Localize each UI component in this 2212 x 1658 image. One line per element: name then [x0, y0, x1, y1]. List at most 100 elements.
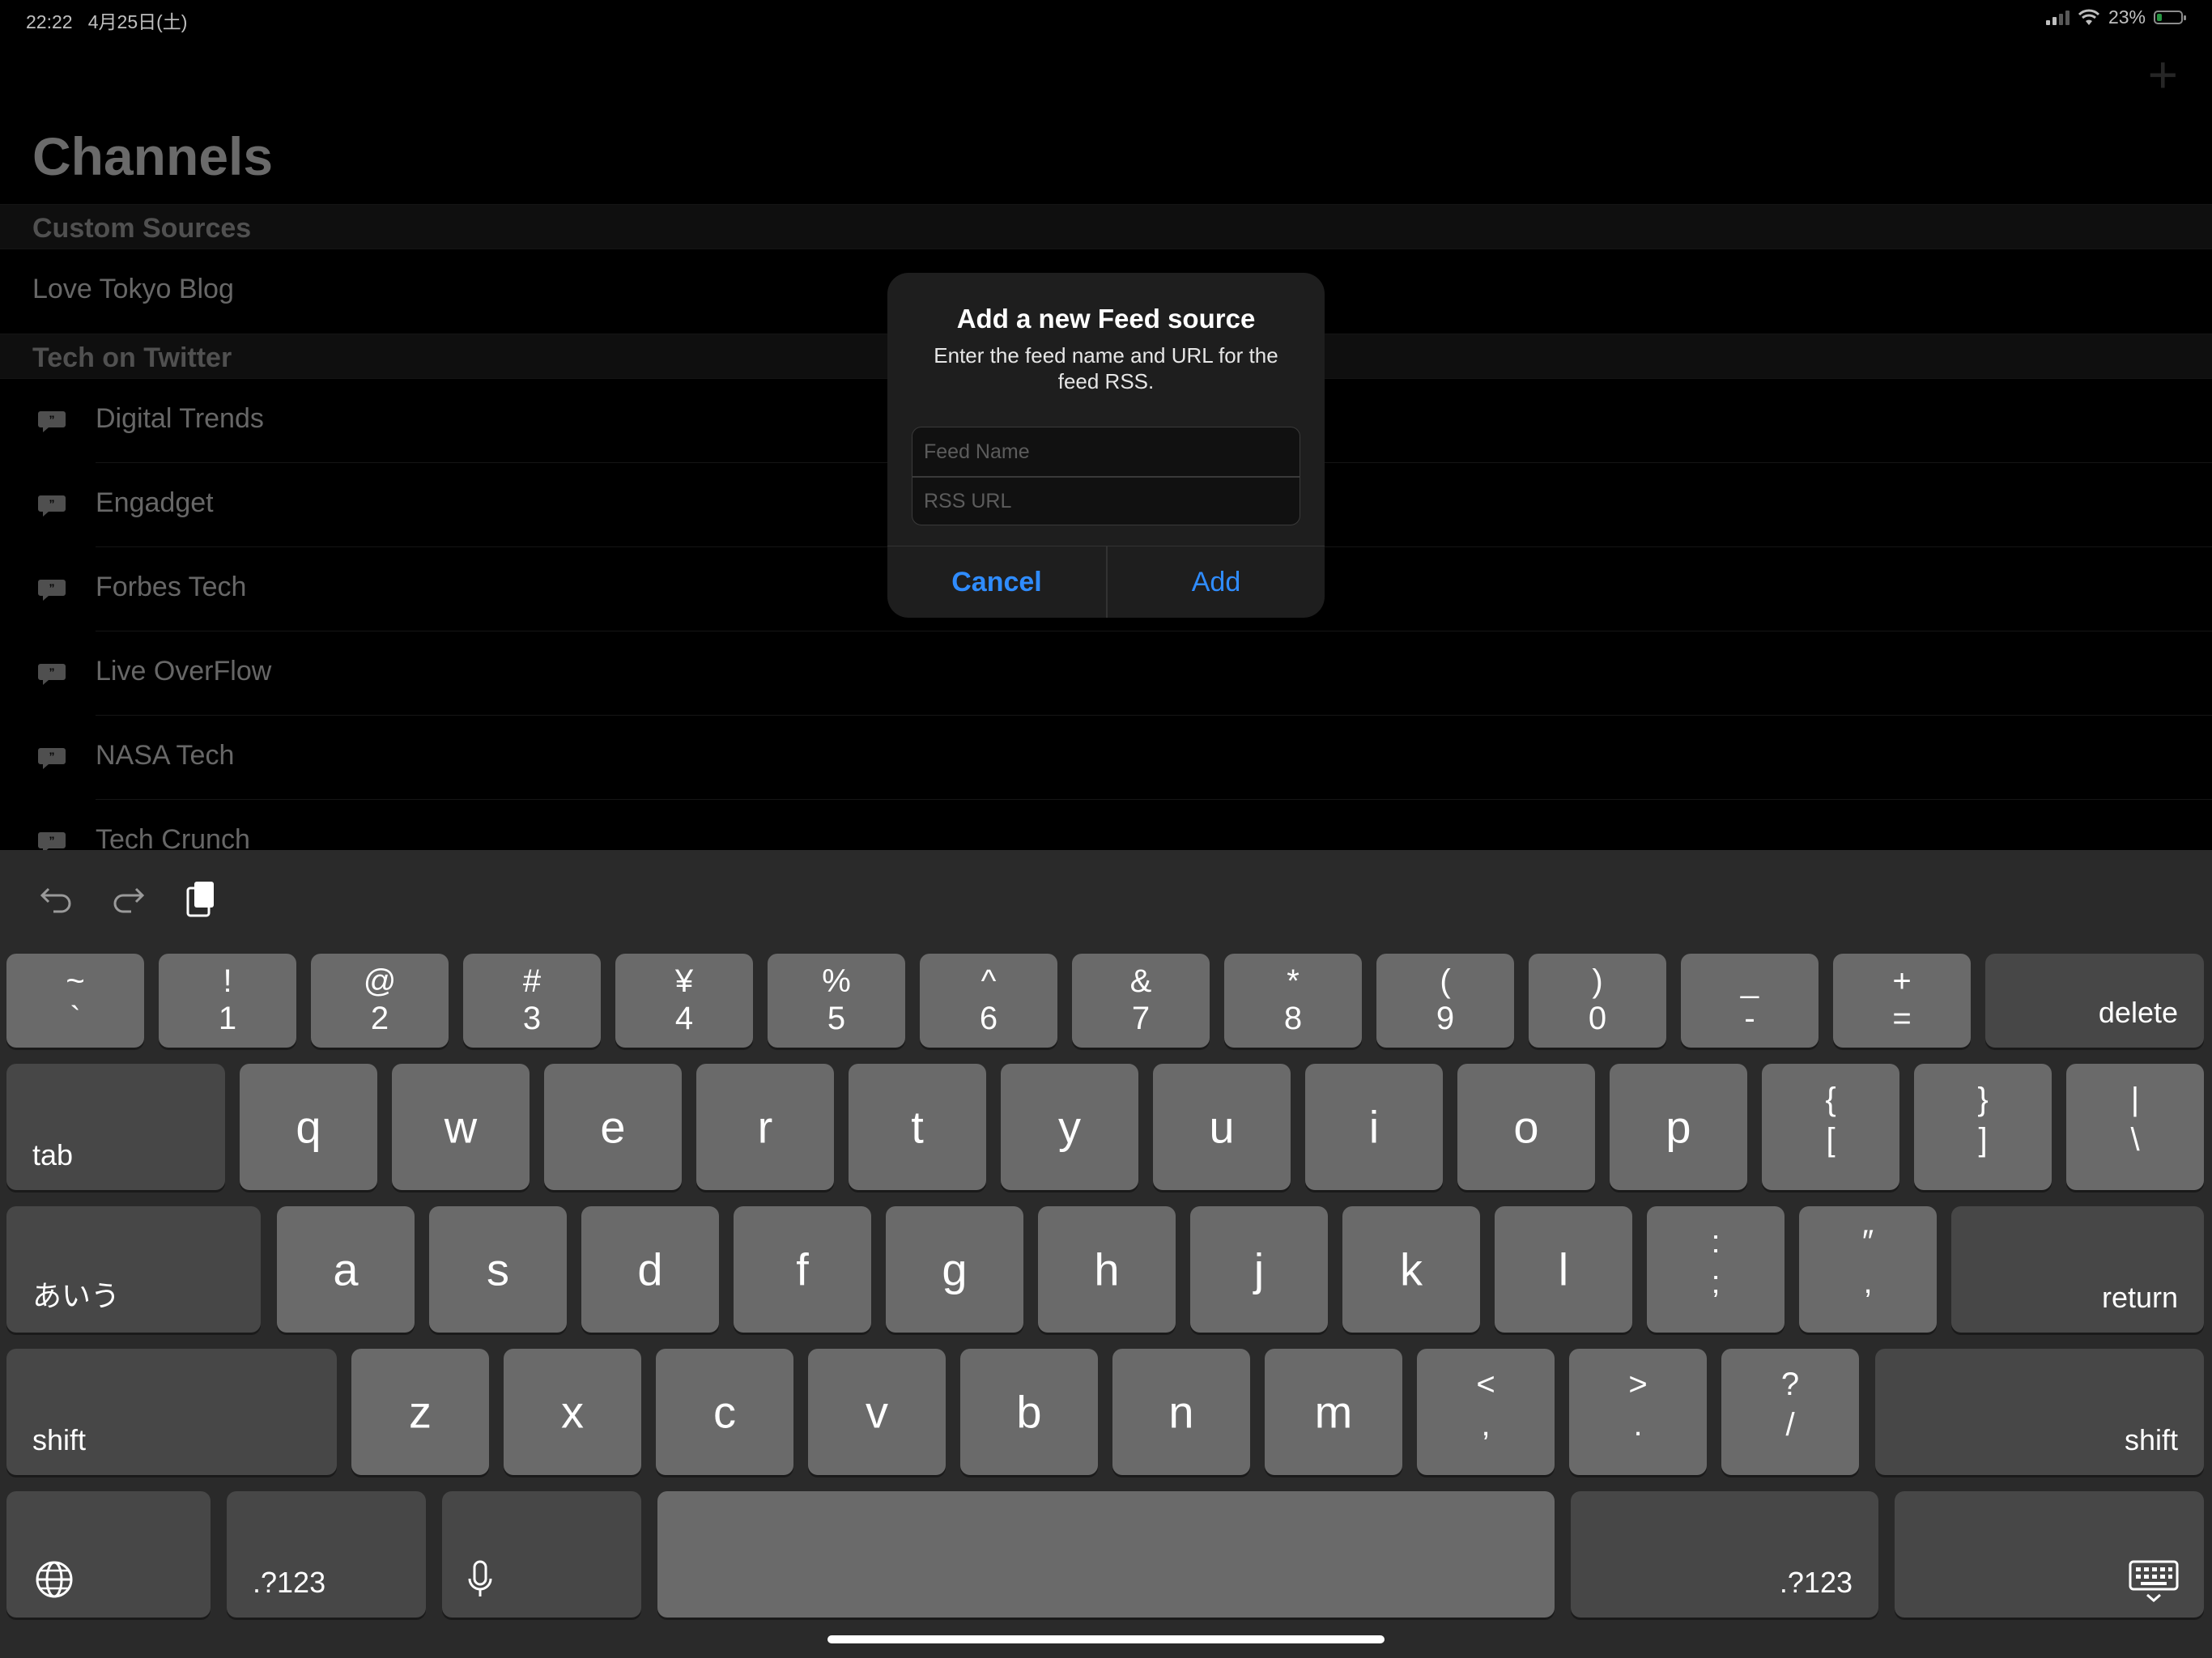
key-label: 3: [522, 1001, 542, 1036]
key-label: 5: [827, 1001, 846, 1036]
shift-left-key[interactable]: shift: [6, 1349, 337, 1475]
add-feed-alert: Add a new Feed source Enter the feed nam…: [887, 273, 1325, 618]
key-label: o: [1513, 1101, 1539, 1153]
key-c[interactable]: c: [656, 1349, 793, 1475]
return-key[interactable]: return: [1951, 1206, 2204, 1333]
key-label: g: [942, 1244, 968, 1295]
key-b[interactable]: b: [960, 1349, 1098, 1475]
alert-title: Add a new Feed source: [956, 304, 1256, 334]
numbers-key-left[interactable]: .?123: [227, 1491, 426, 1618]
key-label: `: [70, 1001, 81, 1036]
key-label: x: [561, 1386, 584, 1438]
key-6[interactable]: ^ 6: [920, 954, 1057, 1048]
redo-icon[interactable]: [104, 874, 152, 923]
alert-message: Enter the feed name and URL for the feed…: [934, 343, 1278, 393]
key-shift-label: _: [1740, 963, 1759, 999]
add-button[interactable]: Add: [1107, 546, 1325, 618]
key-gt[interactable]: >.: [1569, 1349, 1707, 1475]
key-w[interactable]: w: [392, 1064, 530, 1190]
undo-icon[interactable]: [32, 874, 81, 923]
key-k[interactable]: k: [1342, 1206, 1480, 1333]
key-label: l: [1558, 1244, 1569, 1295]
key-2[interactable]: @2: [311, 954, 449, 1048]
key-][interactable]: }]: [1914, 1064, 2052, 1190]
alert-fields: [912, 427, 1300, 525]
feed-name-input[interactable]: [912, 427, 1300, 476]
clipboard-icon[interactable]: [177, 874, 225, 923]
globe-key[interactable]: [6, 1491, 211, 1618]
key-7[interactable]: & 7: [1072, 954, 1210, 1048]
key-label: -: [1744, 1001, 1755, 1036]
keyboard-dismiss-icon: [2129, 1560, 2179, 1602]
microphone-icon: [468, 1560, 492, 1596]
key-comma-quote[interactable]: ″,: [1799, 1206, 1937, 1333]
key-v[interactable]: v: [808, 1349, 946, 1475]
key-label: shift: [2124, 1423, 2178, 1456]
key--[interactable]: _ -: [1681, 954, 1819, 1048]
key-t[interactable]: t: [849, 1064, 986, 1190]
cancel-button[interactable]: Cancel: [887, 546, 1106, 618]
tab-key[interactable]: tab: [6, 1064, 225, 1190]
key-x[interactable]: x: [504, 1349, 641, 1475]
key-0[interactable]: ) 0: [1529, 954, 1666, 1048]
key-`[interactable]: ~ `: [6, 954, 144, 1048]
home-indicator: [827, 1635, 1385, 1643]
key-label: .?123: [253, 1566, 326, 1599]
key-u[interactable]: u: [1153, 1064, 1291, 1190]
key-g[interactable]: g: [886, 1206, 1023, 1333]
key-=[interactable]: + =: [1833, 954, 1971, 1048]
dictation-key[interactable]: [442, 1491, 641, 1618]
key-[[interactable]: {[: [1762, 1064, 1899, 1190]
key-l[interactable]: l: [1495, 1206, 1632, 1333]
key-label: b: [1016, 1386, 1042, 1438]
key-lt[interactable]: <,: [1417, 1349, 1555, 1475]
key-s[interactable]: s: [429, 1206, 567, 1333]
key-9[interactable]: (9: [1376, 954, 1514, 1048]
key-y[interactable]: y: [1001, 1064, 1138, 1190]
software-keyboard: ~ `! 1 @2 #3 ¥4% 5 ^ 6 & 7 * 8(9) 0 _ - + = delete tab q w e r t…: [0, 850, 2212, 1658]
key-4[interactable]: ¥4: [615, 954, 753, 1048]
key-\[interactable]: | \: [2066, 1064, 2204, 1190]
key-label: w: [444, 1101, 478, 1153]
key-label: 2: [370, 1001, 389, 1036]
rss-url-input[interactable]: [912, 477, 1300, 525]
key-z[interactable]: z: [351, 1349, 489, 1475]
dismiss-keyboard-key[interactable]: [1895, 1491, 2204, 1618]
key-3[interactable]: #3: [463, 954, 601, 1048]
key-a[interactable]: a: [277, 1206, 415, 1333]
key-label: 0: [1588, 1001, 1607, 1036]
key-label: i: [1368, 1101, 1380, 1153]
delete-key[interactable]: delete: [1985, 954, 2204, 1048]
key-8[interactable]: * 8: [1224, 954, 1362, 1048]
key-shift-label: (: [1440, 963, 1451, 999]
key-label: /: [1785, 1407, 1795, 1443]
key-label: f: [796, 1244, 809, 1295]
key-label: z: [409, 1386, 432, 1438]
key-label: t: [911, 1101, 924, 1153]
key-semicolon[interactable]: :;: [1647, 1206, 1784, 1333]
kana-key[interactable]: あいう: [6, 1206, 261, 1333]
numbers-key-right[interactable]: .?123: [1571, 1491, 1878, 1618]
key-p[interactable]: p: [1610, 1064, 1747, 1190]
key-f[interactable]: f: [734, 1206, 871, 1333]
key-o[interactable]: o: [1457, 1064, 1595, 1190]
shift-right-key[interactable]: shift: [1875, 1349, 2204, 1475]
key-1[interactable]: ! 1: [159, 954, 296, 1048]
key-d[interactable]: d: [581, 1206, 719, 1333]
keyboard-toolbar: [0, 850, 2212, 939]
key-n[interactable]: n: [1112, 1349, 1250, 1475]
key-label: shift: [32, 1423, 87, 1456]
key-question[interactable]: ? /: [1721, 1349, 1859, 1475]
key-r[interactable]: r: [696, 1064, 834, 1190]
key-i[interactable]: i: [1305, 1064, 1443, 1190]
key-q[interactable]: q: [240, 1064, 377, 1190]
key-shift-label: }: [1977, 1082, 1989, 1117]
key-h[interactable]: h: [1038, 1206, 1176, 1333]
key-5[interactable]: % 5: [768, 954, 905, 1048]
key-shift-label: ^: [981, 963, 997, 999]
key-m[interactable]: m: [1265, 1349, 1402, 1475]
key-j[interactable]: j: [1190, 1206, 1328, 1333]
key-shift-label: |: [2130, 1082, 2140, 1117]
space-key[interactable]: [657, 1491, 1555, 1618]
key-e[interactable]: e: [544, 1064, 682, 1190]
